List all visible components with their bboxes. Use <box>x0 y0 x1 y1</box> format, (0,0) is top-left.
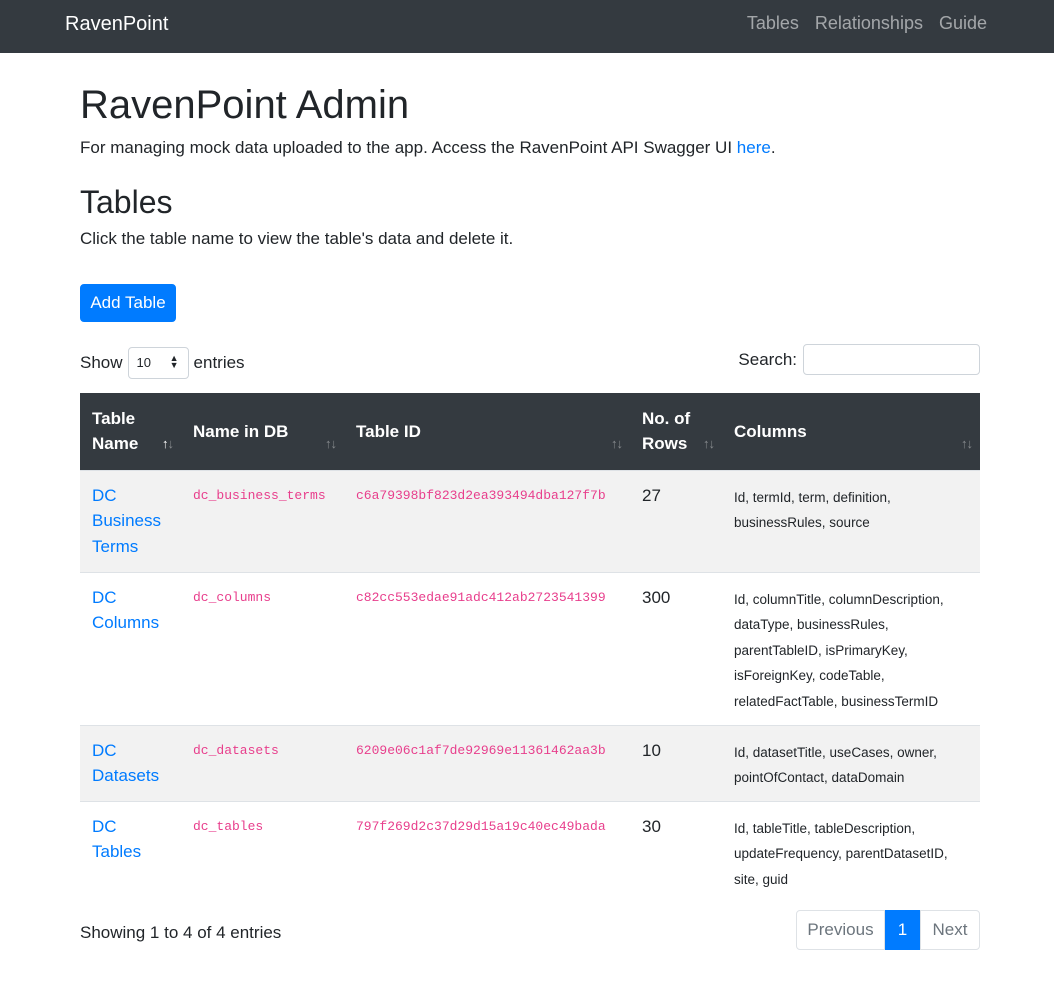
entries-select-value: 10 <box>136 355 151 370</box>
cell-table-id: 797f269d2c37d29d15a19c40ec49bada <box>344 800 630 903</box>
cell-table-name: DC Tables <box>80 800 181 903</box>
sort-icon: ↑↓ <box>961 436 973 451</box>
cell-table-name: DC Columns <box>80 571 181 725</box>
table-name-link[interactable]: DC Tables <box>92 817 141 862</box>
cell-table-name: DC Datasets <box>80 724 181 801</box>
page-1-button[interactable]: 1 <box>885 910 920 950</box>
header-columns[interactable]: Columns ↑↓ <box>722 393 980 470</box>
cell-table-id: c82cc553edae91adc412ab2723541399 <box>344 571 630 725</box>
swagger-link[interactable]: here <box>737 138 771 157</box>
header-table-name[interactable]: Table Name ↑↓ <box>80 393 181 470</box>
main-container: RavenPoint Admin For managing mock data … <box>80 53 980 950</box>
table-info: Showing 1 to 4 of 4 entries <box>80 923 282 942</box>
header-name-in-db-label: Name in DB <box>193 421 289 441</box>
section-title: Tables <box>80 184 173 220</box>
cell-columns: Id, datasetTitle, useCases, owner, point… <box>722 724 980 801</box>
sort-icon: ↑↓ <box>611 436 623 451</box>
page-title: RavenPoint Admin <box>80 83 410 127</box>
header-table-name-label: Table Name <box>92 409 139 454</box>
table-name-link[interactable]: DC Business Terms <box>92 486 161 556</box>
cell-row-count: 27 <box>630 469 722 572</box>
sort-asc-icon: ↑↓ <box>162 436 174 451</box>
table-row: DC Tables dc_tables 797f269d2c37d29d15a1… <box>80 800 980 903</box>
previous-button[interactable]: Previous <box>796 910 885 950</box>
show-label: Show <box>80 353 123 372</box>
header-table-id-label: Table ID <box>356 421 421 441</box>
table-row: DC Columns dc_columns c82cc553edae91adc4… <box>80 571 980 725</box>
description-text: For managing mock data uploaded to the a… <box>80 138 737 157</box>
search-label: Search: <box>738 349 797 369</box>
nav-link-tables[interactable]: Tables <box>747 13 799 34</box>
cell-db-name: dc_business_terms <box>181 469 344 572</box>
sort-caret-icon: ▲ ▼ <box>169 353 179 370</box>
add-table-button[interactable]: Add Table <box>80 284 176 322</box>
pagination: Previous 1 Next <box>796 910 980 950</box>
description-end: . <box>770 138 776 157</box>
cell-row-count: 30 <box>630 800 722 903</box>
brand-link[interactable]: RavenPoint <box>65 13 168 36</box>
cell-db-name: dc_tables <box>181 800 344 903</box>
sort-icon: ↑↓ <box>325 436 337 451</box>
table-name-link[interactable]: DC Datasets <box>92 741 159 786</box>
nav-link-relationships[interactable]: Relationships <box>815 13 923 34</box>
nav-links: Tables Relationships Guide <box>747 13 987 34</box>
cell-columns: Id, termId, term, definition, businessRu… <box>722 469 980 572</box>
cell-db-name: dc_columns <box>181 571 344 725</box>
header-table-id[interactable]: Table ID ↑↓ <box>344 393 630 470</box>
search-control: Search: <box>738 344 980 375</box>
table-row: DC Datasets dc_datasets 6209e06c1af7de92… <box>80 724 980 801</box>
table-name-link[interactable]: DC Columns <box>92 588 159 633</box>
header-name-in-db[interactable]: Name in DB ↑↓ <box>181 393 344 470</box>
entries-control: Show 10 ▲ ▼ entries <box>80 347 245 379</box>
cell-columns: Id, columnTitle, columnDescription, data… <box>722 571 980 725</box>
navbar: RavenPoint Tables Relationships Guide <box>0 0 1054 53</box>
tables-table: Table Name ↑↓ Name in DB ↑↓ Table ID ↑↓ No.… <box>80 393 980 903</box>
cell-table-name: DC Business Terms <box>80 469 181 572</box>
nav-link-guide[interactable]: Guide <box>939 13 987 34</box>
entries-select[interactable]: 10 ▲ ▼ <box>127 347 189 379</box>
entries-label: entries <box>193 353 245 372</box>
cell-table-id: 6209e06c1af7de92969e11361462aa3b <box>344 724 630 801</box>
cell-columns: Id, tableTitle, tableDescription, update… <box>722 800 980 903</box>
header-no-of-rows[interactable]: No. of Rows ↑↓ <box>630 393 722 470</box>
search-input[interactable] <box>803 344 980 375</box>
section-subtitle: Click the table name to view the table's… <box>80 229 514 248</box>
sort-icon: ↑↓ <box>703 436 715 451</box>
header-no-of-rows-label: No. of Rows <box>642 409 691 454</box>
table-row: DC Business Terms dc_business_terms c6a7… <box>80 469 980 572</box>
page-description: For managing mock data uploaded to the a… <box>80 137 980 159</box>
cell-row-count: 300 <box>630 571 722 725</box>
cell-table-id: c6a79398bf823d2ea393494dba127f7b <box>344 469 630 572</box>
cell-db-name: dc_datasets <box>181 724 344 801</box>
table-header-row: Table Name ↑↓ Name in DB ↑↓ Table ID ↑↓ No.… <box>80 393 980 470</box>
header-columns-label: Columns <box>734 421 807 441</box>
next-button[interactable]: Next <box>920 910 980 950</box>
cell-row-count: 10 <box>630 724 722 801</box>
table-controls: Show 10 ▲ ▼ entries Search: <box>80 344 980 382</box>
